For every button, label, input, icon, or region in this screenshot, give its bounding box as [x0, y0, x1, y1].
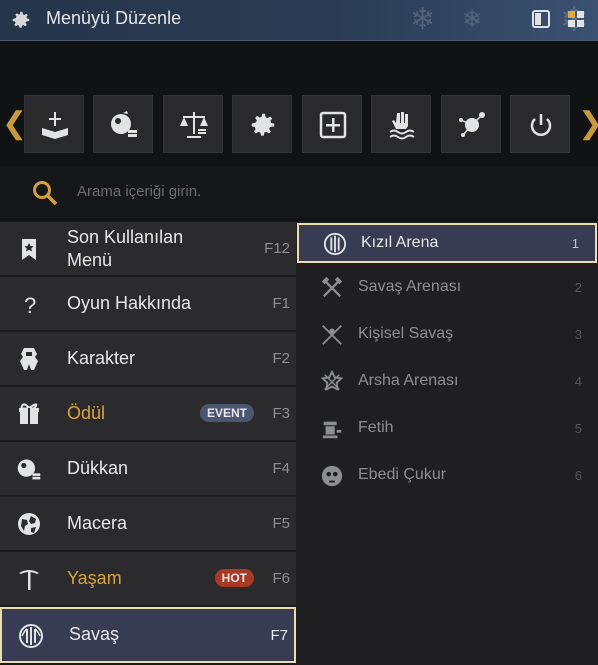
hotkey-label: F2: [272, 350, 290, 367]
hotkey-label: F3: [272, 405, 290, 422]
menu-item-label: Ödül: [67, 403, 106, 423]
menu-item-oyun-hakkinda[interactable]: ? Oyun Hakkında F1: [0, 277, 296, 331]
hotkey-label: F7: [270, 627, 288, 644]
search-input[interactable]: Arama içeriği girin.: [77, 183, 201, 200]
pickaxe-icon: [19, 570, 39, 590]
menu-item-macera[interactable]: Macera F5: [0, 497, 296, 551]
quick-slot-6[interactable]: [371, 95, 431, 153]
submenu-item-label: Arsha Arenası: [358, 372, 459, 389]
conquest-icon: [322, 421, 342, 439]
submenu-item-kizil-arena[interactable]: Kızıl Arena 1: [297, 223, 597, 263]
crossed-axes-icon: [321, 276, 343, 298]
hotkey-label: F1: [272, 295, 290, 312]
submenu-item-number: 2: [574, 280, 582, 295]
battle-emblem-icon: [323, 232, 347, 256]
submenu-item-number: 1: [571, 236, 579, 251]
menu-item-label: Savaş: [69, 624, 120, 644]
menu-list: Son Kullanılan Menü F12 ? Oyun Hakkında F…: [0, 222, 296, 665]
menu-item-odul[interactable]: Ödül EVENT F3: [0, 387, 296, 441]
svg-text:?: ?: [24, 293, 36, 317]
quick-slot-4[interactable]: [232, 95, 292, 153]
grid-layout-icon[interactable]: [566, 9, 586, 29]
arsha-emblem-icon: [320, 370, 344, 391]
submenu-item-label: Kişisel Savaş: [358, 325, 454, 342]
submenu-item-label: Savaş Arenası: [358, 278, 462, 295]
menu-item-yasam[interactable]: Yaşam HOT F6: [0, 552, 296, 606]
submenu-item-label: Ebedi Çukur: [358, 466, 447, 483]
hot-badge: HOT: [214, 569, 254, 587]
submenu-item-number: 5: [574, 421, 582, 436]
quick-slot-5[interactable]: [302, 95, 362, 153]
hotkey-label: F6: [272, 570, 290, 587]
power-icon: [530, 114, 552, 136]
scales-icon: [180, 112, 208, 138]
shop-icon: [111, 111, 137, 137]
submenu-item-number: 4: [574, 374, 582, 389]
quick-slot-3[interactable]: [163, 95, 223, 153]
gear-icon: [12, 11, 30, 28]
search-bar[interactable]: Arama içeriği girin.: [0, 166, 598, 218]
crossed-swords-icon: [322, 325, 342, 345]
menu-item-label: Son Kullanılan Menü: [67, 227, 184, 270]
submenu-item-kisisel-savas[interactable]: Kişisel Savaş 3: [296, 312, 598, 359]
plus-box-icon: [319, 111, 347, 139]
network-node-icon: [459, 112, 485, 137]
quick-slot-2[interactable]: [93, 95, 153, 153]
submenu-item-number: 3: [574, 327, 582, 342]
event-badge: EVENT: [199, 404, 254, 422]
hotkey-label: F5: [272, 515, 290, 532]
quick-slot-8[interactable]: [510, 95, 570, 153]
bookmark-icon: [22, 239, 36, 260]
window-title: Menüyü Düzenle: [46, 8, 182, 28]
menu-item-label: Macera: [67, 513, 128, 533]
sword-book-icon: [42, 112, 68, 139]
quick-slot-7[interactable]: [441, 95, 501, 153]
shop-icon: [17, 459, 41, 480]
hand-water-icon: [389, 112, 415, 140]
battle-emblem-icon: [19, 624, 43, 648]
gift-icon: [19, 403, 39, 424]
submenu-item-number: 6: [574, 468, 582, 483]
menu-item-label: Karakter: [67, 348, 136, 368]
quick-slot-1[interactable]: [24, 95, 84, 153]
skull-emblem-icon: [321, 465, 343, 487]
chevron-right-icon[interactable]: ❯: [578, 109, 598, 139]
menu-item-savas[interactable]: Savaş F7: [0, 607, 296, 663]
menu-item-son-kullanilan[interactable]: Son Kullanılan Menü F12: [0, 222, 296, 276]
menu-item-label: Yaşam: [67, 568, 122, 588]
title-bar: Menüyü Düzenle ❄ ❄ ❄: [0, 0, 598, 41]
hotkey-label: F4: [272, 460, 290, 477]
snowflake-decoration: ❄: [410, 3, 436, 36]
submenu-item-label: Kızıl Arena: [361, 234, 439, 251]
gear-icon: [251, 113, 275, 136]
quick-bar: ❮ ❯: [0, 93, 598, 155]
search-icon: [33, 181, 58, 206]
submenu-item-savas-arenasi[interactable]: Savaş Arenası 2: [296, 265, 598, 312]
globe-icon: [18, 513, 40, 535]
menu-item-karakter[interactable]: Karakter F2: [0, 332, 296, 386]
submenu-item-label: Fetih: [358, 419, 394, 436]
armor-icon: [20, 348, 38, 370]
submenu-list: Kızıl Arena 1 Savaş Arenası 2 Kişisel Sa…: [296, 222, 598, 665]
submenu-item-fetih[interactable]: Fetih 5: [296, 406, 598, 453]
menu-item-dukkan[interactable]: Dükkan F4: [0, 442, 296, 496]
submenu-item-ebedi-cukur[interactable]: Ebedi Çukur 6: [296, 453, 598, 500]
menu-item-label: Dükkan: [67, 458, 129, 478]
submenu-item-arsha-arenasi[interactable]: Arsha Arenası 4: [296, 359, 598, 406]
snowflake-decoration: ❄: [462, 6, 483, 33]
menu-item-label: Oyun Hakkında: [67, 293, 192, 313]
question-icon: ?: [24, 293, 36, 317]
panel-toggle-icon[interactable]: [531, 9, 551, 29]
hotkey-label: F12: [264, 240, 290, 257]
